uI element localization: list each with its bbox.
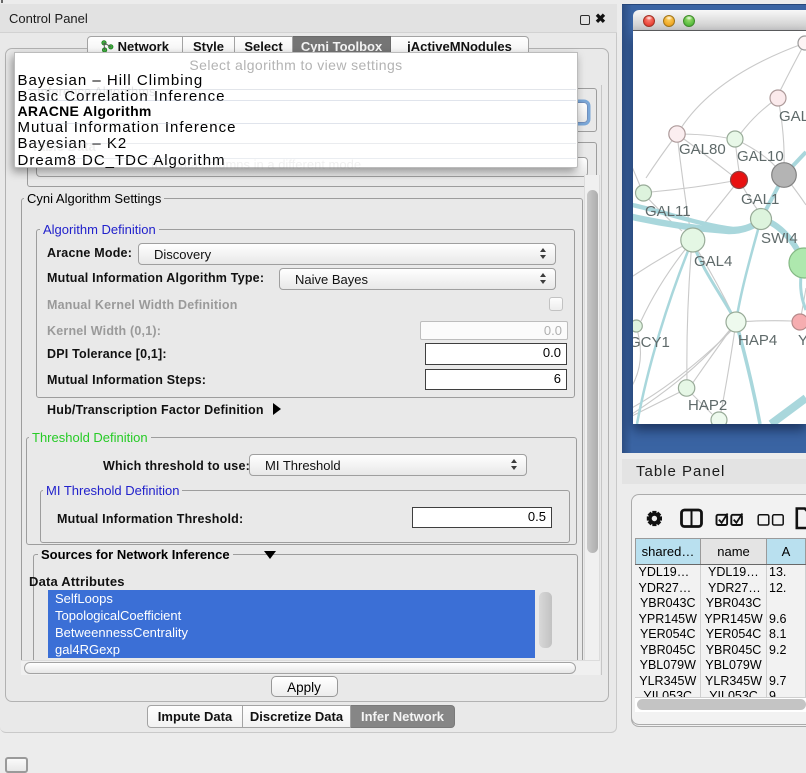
svg-text:GAL80: GAL80 xyxy=(679,141,726,158)
svg-text:GAL7: GAL7 xyxy=(779,108,806,125)
svg-text:HAP4: HAP4 xyxy=(738,332,777,349)
svg-text:Y: Y xyxy=(798,332,806,349)
svg-text:SWI4: SWI4 xyxy=(761,230,798,247)
svg-text:GAL10: GAL10 xyxy=(737,148,784,165)
svg-text:GAL11: GAL11 xyxy=(645,203,691,220)
svg-text:HAP2: HAP2 xyxy=(688,397,727,414)
svg-text:GAL1: GAL1 xyxy=(741,191,779,208)
svg-text:GAL4: GAL4 xyxy=(694,253,732,270)
svg-text:GCY1: GCY1 xyxy=(633,334,670,351)
